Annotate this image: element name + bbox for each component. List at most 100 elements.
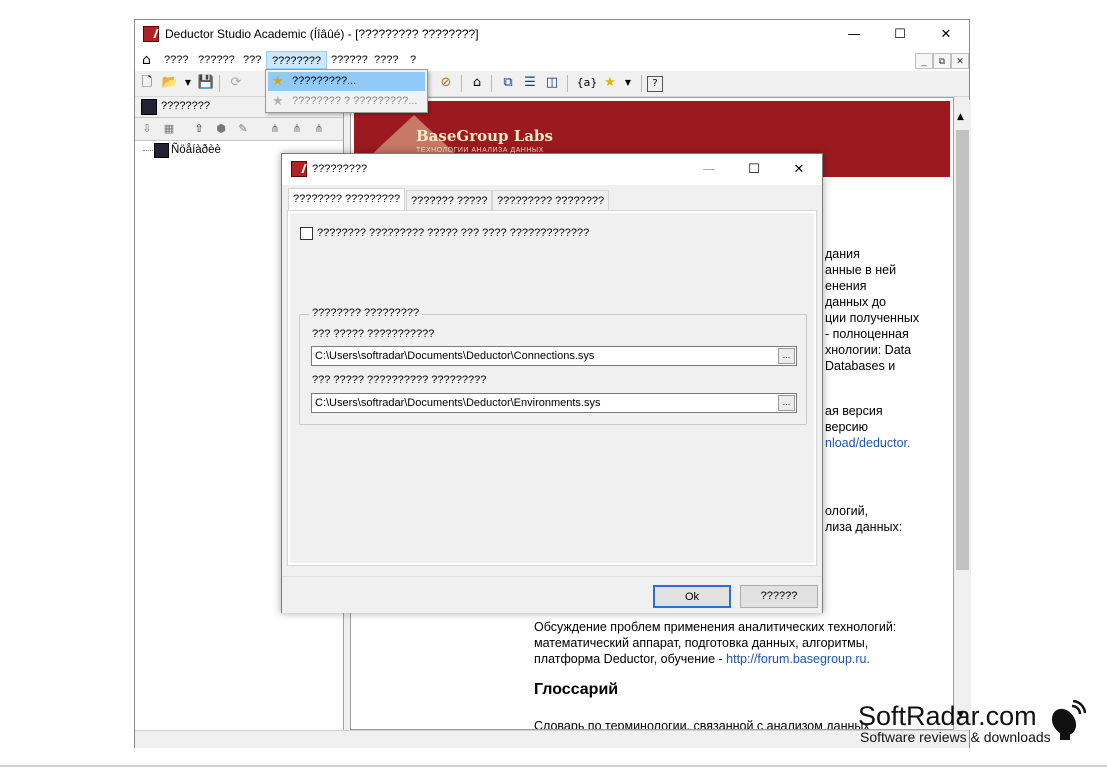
satellite-dish-icon (1051, 700, 1086, 740)
group-title: ???????? ????????? (309, 307, 423, 319)
mdi-close-button[interactable]: ✕ (951, 53, 969, 69)
glossary-heading: Глоссарий (534, 681, 619, 698)
menu-item-3[interactable]: ??? (238, 51, 266, 69)
star-icon: ★ (272, 74, 284, 89)
content-line: ая версия (825, 404, 883, 418)
toolbar-separator (219, 75, 220, 92)
scroll-up-icon[interactable]: ▲ (957, 112, 964, 122)
scenario-icon (141, 99, 157, 115)
save-icon[interactable]: 💾 (197, 74, 215, 92)
content-line: хнологии: Data (825, 343, 912, 357)
tile-horizontal-icon[interactable]: ☰ (521, 74, 539, 92)
toolbar-separator (461, 75, 462, 92)
toolbar-separator (491, 75, 492, 92)
menu-option-label: ?????????... (292, 75, 357, 87)
tile-vertical-icon[interactable]: ◫ (543, 74, 561, 92)
dialog-title: ????????? (312, 163, 368, 175)
content-line: - полноценная (825, 327, 909, 341)
tab-second[interactable]: ??????? ????? (406, 190, 493, 210)
cascade-windows-icon[interactable]: ⧉ (499, 74, 517, 92)
maximize-button[interactable]: ☐ (731, 154, 777, 185)
app-icon (291, 161, 307, 177)
open-folder-icon[interactable]: 📂 (161, 74, 179, 92)
content-line: версию (825, 420, 869, 434)
cancel-button[interactable]: ?????? (740, 585, 818, 608)
tree-icon[interactable]: ⋔ (289, 121, 305, 137)
toolbar-separator (567, 75, 568, 92)
connections-path-input[interactable]: C:\Users\softradar\Documents\Deductor\Co… (311, 346, 797, 366)
content-line: ции полученных (825, 311, 920, 325)
minimize-button[interactable]: — (831, 20, 877, 49)
home-icon[interactable]: ⌂ (142, 52, 158, 68)
watermark-subtitle: Software reviews & downloads (860, 729, 1051, 745)
forum-text-prefix: платформа Deductor, обучение - (534, 652, 727, 666)
settings-group: ???????? ????????? ??? ????? ???????????… (299, 307, 807, 425)
pane-toolbar: ⇩ ▦ ⇧ ⬢ ✎ ⋔ ⋔ ⋔ (135, 118, 343, 141)
checkbox-label: ???????? ????????? ????? ??? ???? ??????… (317, 227, 590, 239)
help-icon[interactable]: ? (647, 76, 663, 92)
option-checkbox[interactable] (300, 227, 313, 240)
menu-option-settings[interactable]: ★ ?????????... (268, 72, 425, 91)
import-icon[interactable]: ⇩ (139, 121, 155, 137)
browse-button[interactable]: ... (778, 395, 795, 411)
new-file-icon[interactable]: 🗋 (138, 74, 156, 92)
menu-item-1[interactable]: ???? (159, 51, 193, 69)
visualize-icon[interactable]: ▦ (161, 121, 177, 137)
menu-item-6[interactable]: ???? (369, 51, 403, 69)
tree-icon[interactable]: ⋔ (267, 121, 283, 137)
menu-item-2[interactable]: ?????? (193, 51, 240, 69)
close-button[interactable]: ✕ (923, 20, 969, 49)
minimize-button: — (702, 162, 716, 177)
variables-icon[interactable]: {a} (575, 74, 599, 92)
mdi-minimize-button[interactable]: _ (915, 53, 933, 69)
forum-link[interactable]: http://forum.basegroup.ru. (726, 652, 870, 666)
star-icon[interactable]: ★ (601, 74, 619, 92)
home-icon[interactable]: ⌂ (468, 74, 486, 92)
field-label: ??? ????? ??????????? (312, 328, 435, 340)
menu-option-disabled: ★ ???????? ? ?????????... (268, 92, 425, 111)
refresh-icon[interactable]: ⟳ (227, 74, 245, 92)
menu-item-4[interactable]: ???????? (266, 51, 327, 69)
scrollbar-thumb[interactable] (956, 130, 969, 570)
comment-icon[interactable]: ✎ (235, 121, 251, 137)
content-line: ологий, (825, 504, 869, 518)
scenarios-icon (154, 143, 169, 158)
menu-item-help[interactable]: ? (405, 51, 421, 69)
menu-item-5[interactable]: ?????? (326, 51, 373, 69)
star-icon: ★ (272, 94, 284, 109)
maximize-button[interactable]: ☐ (877, 20, 923, 49)
brand-name: BaseGroup Labs (416, 127, 553, 145)
browse-button[interactable]: ... (778, 348, 795, 364)
export-icon[interactable]: ⇧ (191, 121, 207, 137)
app-icon (143, 26, 159, 42)
field-label: ??? ????? ?????????? ????????? (312, 374, 487, 386)
tree-connector (143, 150, 153, 152)
window-title: Deductor Studio Academic (Íîâûé) - [????… (165, 27, 479, 41)
process-icon[interactable]: ⬢ (213, 121, 229, 137)
tab-third[interactable]: ????????? ???????? (492, 190, 610, 210)
glossary-text: Словарь по терминологии, связанной с ана… (534, 719, 870, 729)
tree-icon[interactable]: ⋔ (311, 121, 327, 137)
pane-title: ???????? (161, 100, 210, 112)
tree-item-scenarios[interactable]: Ñöåíàðèè (171, 144, 221, 156)
menu-bar: ⌂ ???? ?????? ??? ???????? ?????? ???? ?… (135, 49, 969, 71)
chevron-down-icon[interactable]: ▼ (619, 74, 637, 92)
stop-icon[interactable]: ⊘ (437, 74, 455, 92)
path-value: C:\Users\softradar\Documents\Deductor\En… (315, 397, 601, 409)
vertical-scrollbar[interactable]: ▲ ▼ (954, 100, 971, 730)
environments-path-input[interactable]: C:\Users\softradar\Documents\Deductor\En… (311, 393, 797, 413)
menu-dropdown: ★ ?????????... ★ ???????? ? ?????????... (265, 69, 428, 113)
close-button[interactable]: ✕ (776, 154, 822, 185)
forum-text: математический аппарат, подготовка данны… (534, 636, 869, 650)
tab-general[interactable]: ???????? ????????? (288, 188, 406, 211)
content-line: анные в ней (825, 263, 897, 277)
status-bar (135, 730, 969, 748)
title-bar[interactable]: Deductor Studio Academic (Íîâûé) - [????… (135, 20, 969, 49)
mdi-restore-button[interactable]: ⧉ (933, 53, 951, 69)
dialog-title-bar[interactable]: ????????? — ☐ ✕ (282, 154, 822, 185)
chevron-down-icon[interactable]: ▼ (179, 74, 197, 92)
forum-text: платформа Deductor, обучение - http://fo… (534, 651, 870, 667)
download-link[interactable]: nload/deductor. (825, 435, 911, 451)
path-value: C:\Users\softradar\Documents\Deductor\Co… (315, 350, 595, 362)
ok-button[interactable]: Ok (653, 585, 731, 608)
